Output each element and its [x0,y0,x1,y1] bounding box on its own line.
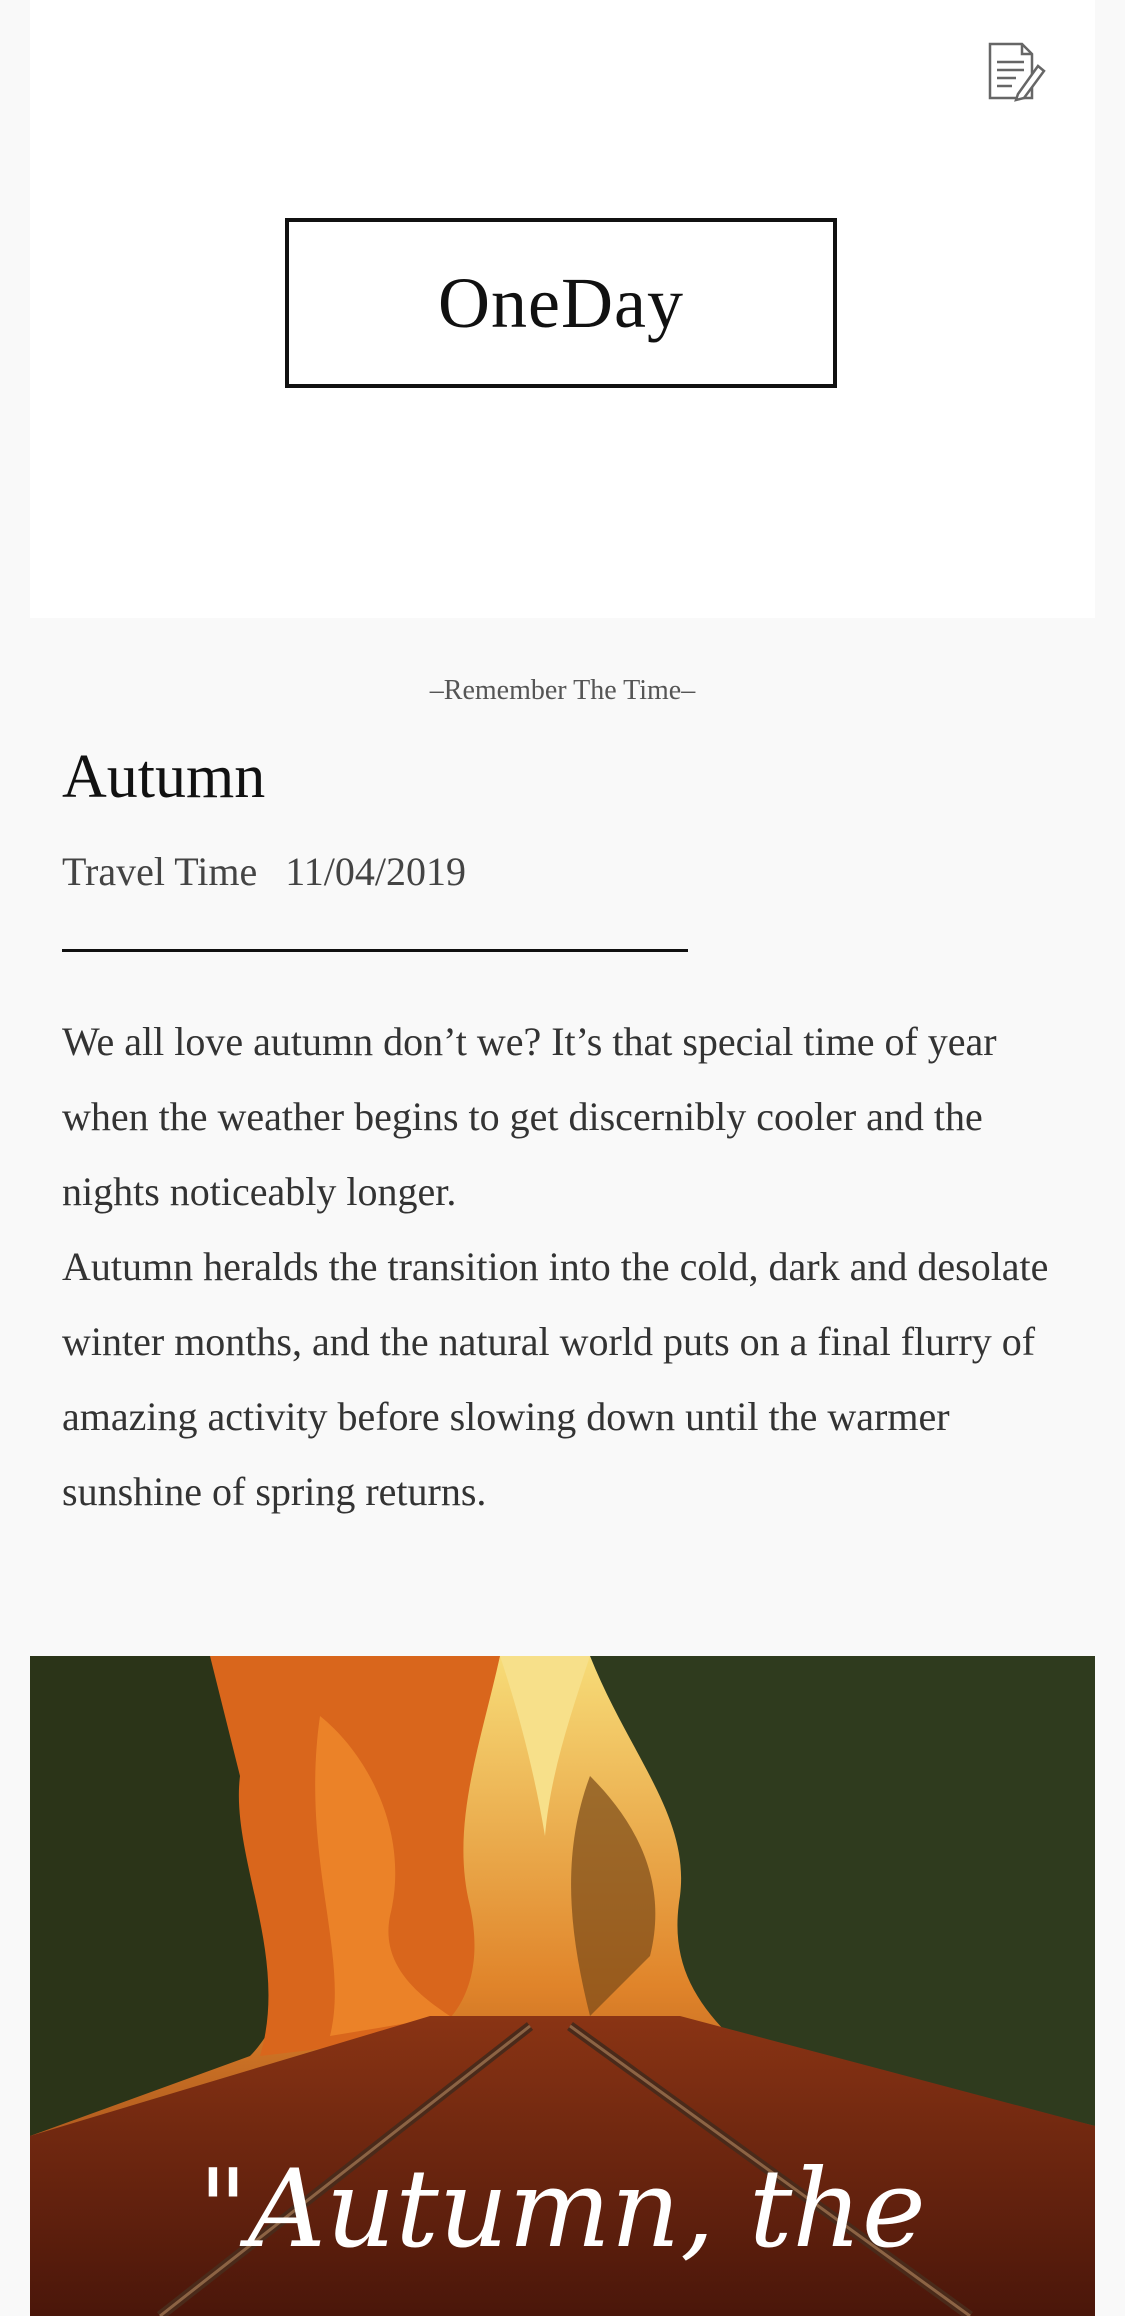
edit-note-icon [988,42,1046,102]
entry-title: Autumn [62,743,266,811]
app-logo-text: OneDay [438,262,684,343]
autumn-photo: "Autumn, the [30,1656,1095,2316]
logo-box: OneDay [285,218,837,388]
photo-overlay-text: "Autumn, the [198,2147,926,2272]
travel-date: 11/04/2019 [285,849,467,894]
edit-note-button[interactable] [986,40,1046,104]
entry-paragraph: Autumn heralds the transition into the c… [62,1244,1049,1514]
entry-paragraph: We all love autumn don’t we? It’s that s… [62,1019,997,1214]
travel-meta: Travel Time 11/04/2019 [62,848,466,895]
travel-time-label: Travel Time [62,849,258,894]
title-divider [62,949,688,952]
entry-body: We all love autumn don’t we? It’s that s… [62,1004,1062,1529]
tagline: –Remember The Time– [429,675,696,706]
